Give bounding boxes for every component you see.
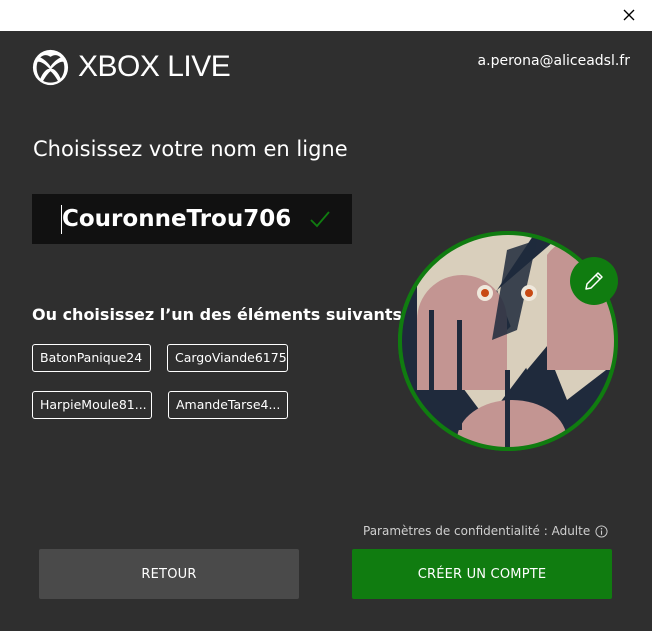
close-icon[interactable]: [620, 6, 638, 24]
edit-avatar-button[interactable]: [570, 257, 618, 305]
suggestion-chip[interactable]: CargoViande6175: [167, 344, 288, 372]
privacy-label: Paramètres de confidentialité : Adulte: [363, 524, 591, 538]
window-titlebar: [0, 0, 652, 31]
page-title: Choisissez votre nom en ligne: [33, 137, 348, 161]
suggestion-chip[interactable]: HarpieMoule81...: [32, 391, 152, 419]
logo-text: XBOX LIVE: [78, 50, 231, 83]
account-email: a.perona@aliceadsl.fr: [477, 53, 630, 69]
gamertag-input[interactable]: CouronneTrou706: [32, 194, 352, 244]
suggestion-chip[interactable]: AmandeTarse4...: [168, 391, 288, 419]
info-icon[interactable]: [595, 524, 608, 538]
back-button[interactable]: RETOUR: [39, 549, 299, 599]
privacy-settings[interactable]: Paramètres de confidentialité : Adulte: [363, 524, 608, 538]
check-icon: [310, 211, 330, 228]
xbox-live-logo: XBOX LIVE: [32, 48, 231, 86]
pencil-icon: [585, 272, 603, 290]
suggestions-heading: Ou choisissez l’un des éléments suivants…: [32, 305, 415, 324]
xbox-logo-icon: [32, 49, 69, 85]
suggestion-chip[interactable]: BatonPanique24: [32, 344, 151, 372]
create-account-button[interactable]: CRÉER UN COMPTE: [352, 549, 612, 599]
gamertag-value: CouronneTrou706: [62, 206, 292, 232]
